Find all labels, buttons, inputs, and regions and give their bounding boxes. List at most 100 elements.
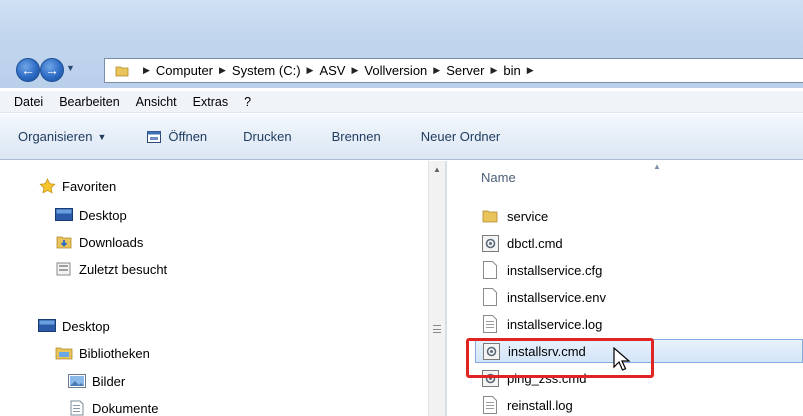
navigation-pane: Favoriten Desktop Downloads Zuletzt besu… [0, 161, 428, 416]
pictures-icon [68, 373, 86, 389]
tree-fav-desktop[interactable]: Desktop [55, 205, 127, 225]
tree-label: Favoriten [62, 178, 117, 194]
breadcrumb-label: ASV [319, 63, 346, 78]
list-item-folder-service[interactable]: service [475, 204, 803, 228]
recent-pages-dropdown[interactable]: ▼ [66, 63, 78, 77]
breadcrumb-bin[interactable]: bin [503, 63, 520, 78]
breadcrumb-label: Vollversion [364, 63, 428, 78]
menu-extras[interactable]: Extras [193, 95, 228, 109]
breadcrumb-system-c[interactable]: System (C:) [232, 63, 301, 78]
open-button[interactable]: Öffnen [146, 129, 207, 145]
new-folder-button[interactable]: Neuer Ordner [421, 129, 500, 144]
menu-datei[interactable]: Datei [14, 95, 43, 109]
scroll-up-icon[interactable]: ▲ [433, 165, 441, 174]
file-name: installsrv.cmd [508, 343, 586, 359]
menu-ansicht[interactable]: Ansicht [136, 95, 177, 109]
list-item-file-installservice-log[interactable]: installservice.log [475, 312, 803, 336]
desktop-icon [38, 318, 56, 334]
list-item-file-dbctl[interactable]: dbctl.cmd [475, 231, 803, 255]
tree-label: Downloads [79, 234, 144, 250]
list-item-file-installsrv-cmd[interactable]: installsrv.cmd [475, 339, 803, 363]
file-list: Name ▲ service dbctl.cmd installservice.… [447, 161, 803, 416]
address-bar[interactable]: ▶ Computer ▶ System (C:) ▶ ASV ▶ Vollver… [104, 58, 803, 83]
tree-label: Dokumente [92, 400, 159, 416]
tree-libraries[interactable]: Bibliotheken [55, 343, 150, 363]
scroll-thumb-grip-icon[interactable] [433, 325, 441, 333]
print-label: Drucken [243, 129, 292, 144]
chevron-right-icon[interactable]: ▶ [219, 65, 226, 76]
breadcrumb-label: Computer [155, 63, 213, 78]
open-label: Öffnen [168, 129, 208, 144]
folder-icon [115, 66, 129, 76]
chevron-right-icon[interactable]: ▶ [491, 65, 498, 76]
organize-label: Organisieren [18, 129, 93, 144]
tree-fav-downloads[interactable]: Downloads [55, 232, 143, 252]
arrow-left-icon: ← [21, 62, 35, 78]
navigation-pane-scrollbar[interactable]: ▲ [428, 161, 445, 416]
breadcrumb-computer[interactable]: Computer [156, 63, 213, 78]
burn-label: Brennen [331, 129, 381, 144]
breadcrumb-vollversion[interactable]: Vollversion [364, 63, 427, 78]
forward-button[interactable]: → [40, 58, 64, 82]
file-name: installservice.cfg [507, 262, 603, 278]
menu-help[interactable]: ? [244, 95, 251, 109]
tree-label: Zuletzt besucht [79, 261, 168, 277]
cmd-script-icon [481, 234, 499, 252]
cmd-script-icon [481, 369, 499, 387]
open-window-icon [147, 130, 162, 143]
tree-lib-pictures[interactable]: Bilder [68, 371, 125, 391]
tree-label: Bilder [92, 373, 126, 389]
file-name: reinstall.log [507, 397, 573, 413]
chevron-right-icon[interactable]: ▶ [527, 65, 534, 76]
text-file-icon [481, 396, 499, 414]
tree-desktop[interactable]: Desktop [38, 316, 110, 336]
file-name: installservice.env [507, 289, 606, 305]
list-item-file-installservice-cfg[interactable]: installservice.cfg [475, 258, 803, 282]
tree-label: Desktop [79, 207, 127, 223]
folder-icon [481, 207, 499, 225]
print-button[interactable]: Drucken [243, 129, 291, 144]
breadcrumb-asv[interactable]: ASV [319, 63, 345, 78]
breadcrumb-server[interactable]: Server [446, 63, 484, 78]
downloads-folder-icon [55, 234, 73, 250]
back-button[interactable]: ← [16, 58, 40, 82]
chevron-right-icon[interactable]: ▶ [351, 65, 358, 76]
list-item-file-reinstall-log[interactable]: reinstall.log [475, 393, 803, 416]
file-name: ping_zss.cmd [507, 370, 587, 386]
organize-button[interactable]: Organisieren ▼ [18, 129, 106, 144]
list-item-file-ping-zss-cmd[interactable]: ping_zss.cmd [475, 366, 803, 390]
new-folder-label: Neuer Ordner [420, 129, 501, 144]
breadcrumb-label: System (C:) [231, 63, 301, 78]
column-label: Name [481, 170, 516, 185]
tree-lib-documents[interactable]: Dokumente [68, 398, 158, 416]
chevron-right-icon[interactable]: ▶ [433, 65, 440, 76]
sort-ascending-icon: ▲ [653, 162, 661, 171]
arrow-right-icon: → [45, 62, 59, 78]
navigation-bar: ← → ▼ ▶ Computer ▶ System (C:) ▶ ASV ▶ V… [0, 48, 803, 88]
list-item-file-installservice-env[interactable]: installservice.env [475, 285, 803, 309]
burn-button[interactable]: Brennen [332, 129, 381, 144]
blank-file-icon [481, 261, 499, 279]
star-icon [38, 178, 56, 194]
chevron-right-icon[interactable]: ▶ [143, 65, 150, 76]
chevron-down-icon: ▼ [97, 131, 107, 142]
command-bar: Organisieren ▼ Öffnen Drucken Brennen Ne… [0, 114, 803, 160]
tree-label: Bibliotheken [79, 345, 150, 361]
column-header-name[interactable]: Name ▲ [447, 161, 803, 191]
text-file-icon [481, 315, 499, 333]
tree-fav-recent[interactable]: Zuletzt besucht [55, 259, 167, 279]
recent-places-icon [55, 261, 73, 277]
menu-bar: Datei Bearbeiten Ansicht Extras ? [0, 91, 803, 113]
desktop-icon [55, 207, 73, 223]
breadcrumb-label: Server [446, 63, 485, 78]
cmd-script-icon [482, 342, 500, 360]
file-name: installservice.log [507, 316, 603, 332]
menu-bearbeiten[interactable]: Bearbeiten [59, 95, 119, 109]
file-name: dbctl.cmd [507, 235, 563, 251]
tree-label: Desktop [62, 318, 110, 334]
tree-favorites[interactable]: Favoriten [38, 176, 116, 196]
breadcrumb-label: bin [503, 63, 521, 78]
blank-file-icon [481, 288, 499, 306]
chevron-right-icon[interactable]: ▶ [307, 65, 314, 76]
mouse-pointer-icon [613, 347, 631, 371]
